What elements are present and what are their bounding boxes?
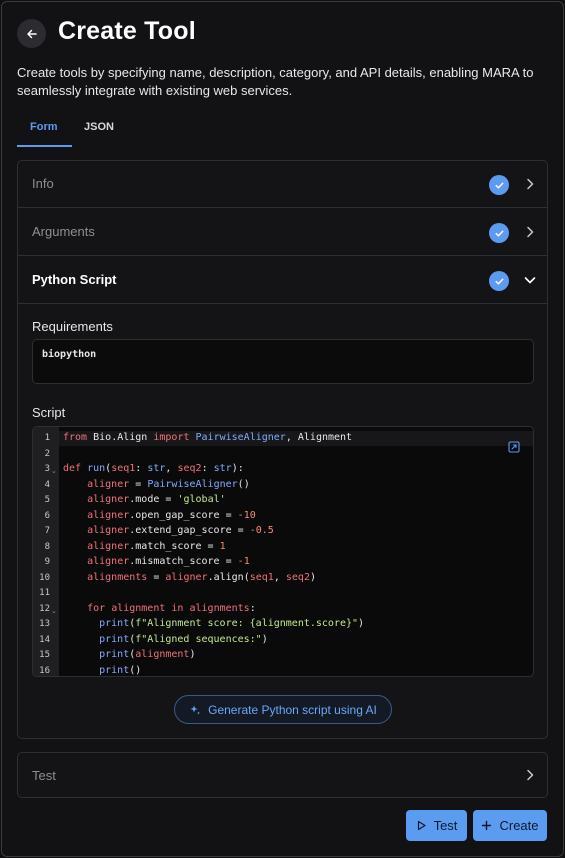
plus-icon [482,820,492,831]
back-button[interactable] [17,19,46,48]
section-test-title: Test [32,768,56,783]
section-python-script-title: Python Script [32,272,117,287]
page-title: Create Tool [58,17,196,45]
chevron-right-icon [527,178,534,190]
code-line: aligner.mode = 'global' [87,494,226,505]
code-line: for alignment in alignments: [87,602,256,614]
sparkle-icon [190,705,201,714]
line-number: 16 [39,665,50,676]
code-line: aligner.open_gap_score = -10 [87,509,256,521]
page-description: Create tools by specifying name, descrip… [17,65,534,98]
arrow-left-icon [26,29,37,38]
code-line: aligner = PairwiseAligner() [87,478,250,490]
chevron-right-icon [527,226,534,238]
line-number: 6 [44,510,50,521]
code-line: aligner.match_score = 1 [87,540,226,552]
tab-form[interactable]: Form [17,117,72,147]
line-number: 3 [44,464,50,474]
code-line: print(f"Aligned sequences:") [99,633,268,645]
script-label: Script [32,405,66,420]
check-circle-icon [489,175,509,195]
check-circle-icon [489,271,509,291]
section-arguments-header[interactable]: Arguments [18,209,547,256]
line-number: 11 [39,588,50,598]
code-line: print() [99,664,142,676]
line-number: 7 [44,526,50,536]
chevron-right-icon [527,769,534,781]
expand-icon[interactable] [508,441,520,453]
create-button[interactable]: Create [473,810,547,841]
generate-script-ai-label: Generate Python script using AI [208,702,377,717]
play-icon [417,820,426,831]
tool-form-accordion: Info Arguments Python Script Requirement… [17,160,548,739]
tab-bar: Form JSON [17,117,547,147]
chevron-down-icon [524,277,536,284]
tab-json[interactable]: JSON [84,117,114,147]
section-info-title: Info [32,176,54,191]
create-button-label: Create [499,818,539,833]
line-number-gutter: 1 2 3 ⌄ 4 5 6 7 8 9 10 11 12 ⌄ 13 14 15 … [33,427,59,676]
line-number: 1 [44,433,50,443]
fold-chevron-icon[interactable]: ⌄ [51,607,57,615]
line-number: 4 [44,479,50,490]
requirements-value: biopython [42,349,97,360]
code-editor[interactable]: 1 2 3 ⌄ 4 5 6 7 8 9 10 11 12 ⌄ 13 14 15 … [32,426,534,677]
requirements-input[interactable]: biopython [32,339,534,384]
code-line: aligner.extend_gap_score = -0.5 [87,525,274,536]
code-line: print(alignment) [99,649,196,660]
section-info-header[interactable]: Info [18,161,547,208]
code-line: aligner.mismatch_score = -1 [87,556,250,567]
section-test-header[interactable]: Test [17,752,548,798]
line-number: 12 [39,603,50,614]
line-number: 15 [39,650,50,660]
code-line: def run(seq1: str, seq2: str): [63,463,244,474]
code-line: alignments = aligner.align(seq1, seq2) [87,571,317,583]
line-number: 13 [39,619,50,629]
fold-chevron-icon[interactable]: ⌄ [51,467,57,475]
requirements-label: Requirements [32,319,113,334]
line-number: 9 [44,557,50,567]
line-number: 8 [44,541,50,552]
line-number: 2 [44,448,50,459]
code-line: from Bio.Align import PairwiseAligner, A… [63,432,353,443]
test-button[interactable]: Test [406,810,467,841]
line-number: 10 [39,572,50,583]
line-number: 5 [44,495,50,505]
test-button-label: Test [433,818,458,833]
check-circle-icon [489,223,509,243]
section-python-script-header[interactable]: Python Script [18,257,547,304]
line-number: 14 [39,634,50,645]
code-line: print(f"Alignment score: {alignment.scor… [99,618,365,629]
generate-script-ai-button[interactable]: Generate Python script using AI [174,695,392,724]
section-arguments-title: Arguments [32,224,95,239]
